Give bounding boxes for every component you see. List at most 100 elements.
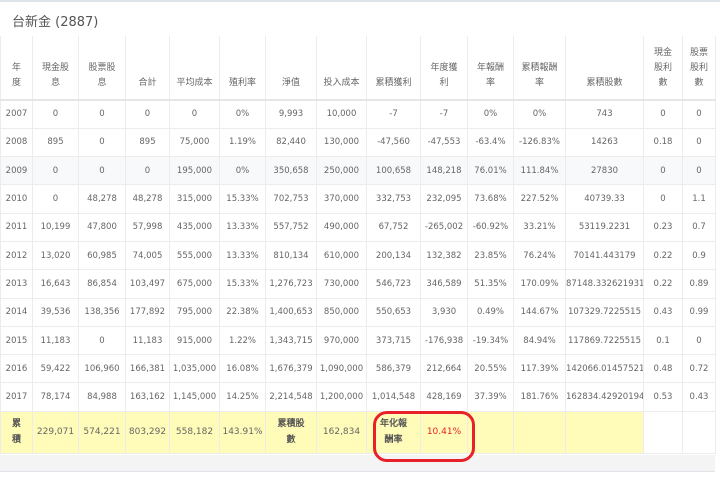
table-cell: 0 [125, 99, 170, 129]
table-cell: 1.22% [219, 325, 266, 356]
table-cell: 23.85% [467, 240, 514, 271]
annual-return-highlight [373, 411, 475, 462]
table-cell: 250,000 [316, 156, 367, 186]
table-cell: 53119.2231 [565, 212, 644, 242]
table-cell: 2010 [0, 184, 33, 214]
table-cell: 0.72 [682, 354, 716, 384]
table-cell: 0.89 [682, 269, 716, 299]
table-cell: 370,000 [316, 184, 367, 214]
table-cell: 117869.7225515 [565, 325, 644, 356]
table-cell: 0.1 [643, 325, 683, 356]
table-row: 2014 39,536 138,356 177,892 795,000 22.38% 1,4… [0, 297, 716, 327]
table-cell: 2015 [0, 325, 33, 356]
table-cell: 59,422 [32, 354, 79, 384]
summary-empty [565, 410, 644, 454]
table-cell: 557,752 [265, 212, 317, 242]
table-cell: 103,497 [125, 269, 170, 299]
table-cell: 915,000 [169, 325, 220, 356]
summary-total: 803,292 [125, 410, 170, 454]
table-cell: 40739.33 [565, 184, 644, 214]
table-cell: 850,000 [316, 297, 367, 327]
table-cell: 1.19% [219, 127, 266, 158]
table-cell: 33.21% [513, 212, 566, 242]
table-row: 2015 11,183 0 11,183 915,000 1.22% 1,343,715 97… [0, 325, 716, 356]
table-cell: 0% [467, 99, 514, 129]
table-cell: 3,930 [420, 297, 468, 327]
table-cell: 0.48 [643, 354, 683, 384]
table-cell: 142066.01457521 [565, 354, 644, 384]
table-cell: 0 [169, 99, 220, 129]
table-cell: 78,174 [32, 382, 79, 412]
table-cell: 0 [78, 127, 126, 158]
table-cell: 895 [125, 127, 170, 158]
table-cell: 895 [32, 127, 79, 158]
table-row: 2013 16,643 86,854 103,497 675,000 15.33% 1,27… [0, 269, 716, 299]
table-cell: 232,095 [420, 184, 468, 214]
table-cell: 546,723 [366, 269, 421, 299]
table-cell: 0.23 [643, 212, 683, 242]
summary-cash: 229,071 [32, 410, 79, 454]
table-cell: 227.52% [513, 184, 566, 214]
table-cell: 16,643 [32, 269, 79, 299]
table-cell: 743 [565, 99, 644, 129]
table-cell: 51.35% [467, 269, 514, 299]
table-cell: 0.43 [643, 297, 683, 327]
table-cell: 555,000 [169, 240, 220, 271]
table-cell: 16.08% [219, 354, 266, 384]
table-row: 2010 0 48,278 48,278 315,000 15.33% 702,753 370… [0, 184, 716, 214]
page-title: 台新金 (2887) [12, 15, 99, 30]
table-cell: 130,000 [316, 127, 367, 158]
summary-empty [682, 410, 716, 454]
table-cell: 0.9 [682, 240, 716, 271]
table-cell: 810,134 [265, 240, 317, 271]
table-cell: 675,000 [169, 269, 220, 299]
table-cell: 0.99 [682, 297, 716, 327]
table-cell: 15.33% [219, 269, 266, 299]
table-cell: 27830 [565, 156, 644, 186]
table-cell: 0.49% [467, 297, 514, 327]
table-cell: 0 [682, 156, 716, 186]
table-cell: -19.34% [467, 325, 514, 356]
table-cell: -47,553 [420, 127, 468, 158]
table-cell: 0 [32, 99, 79, 129]
table-cell: 70141.443179 [565, 240, 644, 271]
table-cell: 13.33% [219, 240, 266, 271]
table-cell: 166,381 [125, 354, 170, 384]
column-header: 年報酬率 [467, 36, 514, 101]
table-cell: 428,169 [420, 382, 468, 412]
table-cell: 2013 [0, 269, 33, 299]
table-cell: 2007 [0, 99, 33, 129]
table-cell: 0 [32, 156, 79, 186]
table-cell: -47,560 [366, 127, 421, 158]
table-cell: 0.7 [682, 212, 716, 242]
table-cell: 0.53 [643, 382, 683, 412]
table-cell: 0 [78, 99, 126, 129]
table-cell: 100,658 [366, 156, 421, 186]
table-cell: 373,715 [366, 325, 421, 356]
column-header: 股票股息 [78, 36, 126, 101]
table-cell: 73.68% [467, 184, 514, 214]
table-cell: 107329.7225515 [565, 297, 644, 327]
table-cell: 47,800 [78, 212, 126, 242]
table-cell: 111.84% [513, 156, 566, 186]
table-cell: 163,162 [125, 382, 170, 412]
column-header: 投入成本 [316, 36, 367, 101]
table-cell: 10,000 [316, 99, 367, 129]
table-row: 2007 0 0 0 0 0% 9,993 10,000 -7 -7 0% 0% 743 0 0 [0, 99, 716, 129]
table-cell: 76.24% [513, 240, 566, 271]
table-cell: 702,753 [265, 184, 317, 214]
table-cell: 11,183 [125, 325, 170, 356]
table-cell: 2,214,548 [265, 382, 317, 412]
table-cell: 138,356 [78, 297, 126, 327]
table-cell: 9,993 [265, 99, 317, 129]
summary-shares: 162,834 [316, 410, 367, 454]
column-header: 累積股數 [565, 36, 644, 101]
column-header: 年度 [0, 36, 33, 101]
table-cell: 39,536 [32, 297, 79, 327]
table-cell: 170.09% [513, 269, 566, 299]
table-cell: 14263 [565, 127, 644, 158]
table-row: 2009 0 0 0 195,000 0% 350,658 250,000 100,658 148… [0, 156, 716, 186]
table-cell: 0.22 [643, 269, 683, 299]
table-cell: 586,379 [366, 354, 421, 384]
table-cell: 315,000 [169, 184, 220, 214]
